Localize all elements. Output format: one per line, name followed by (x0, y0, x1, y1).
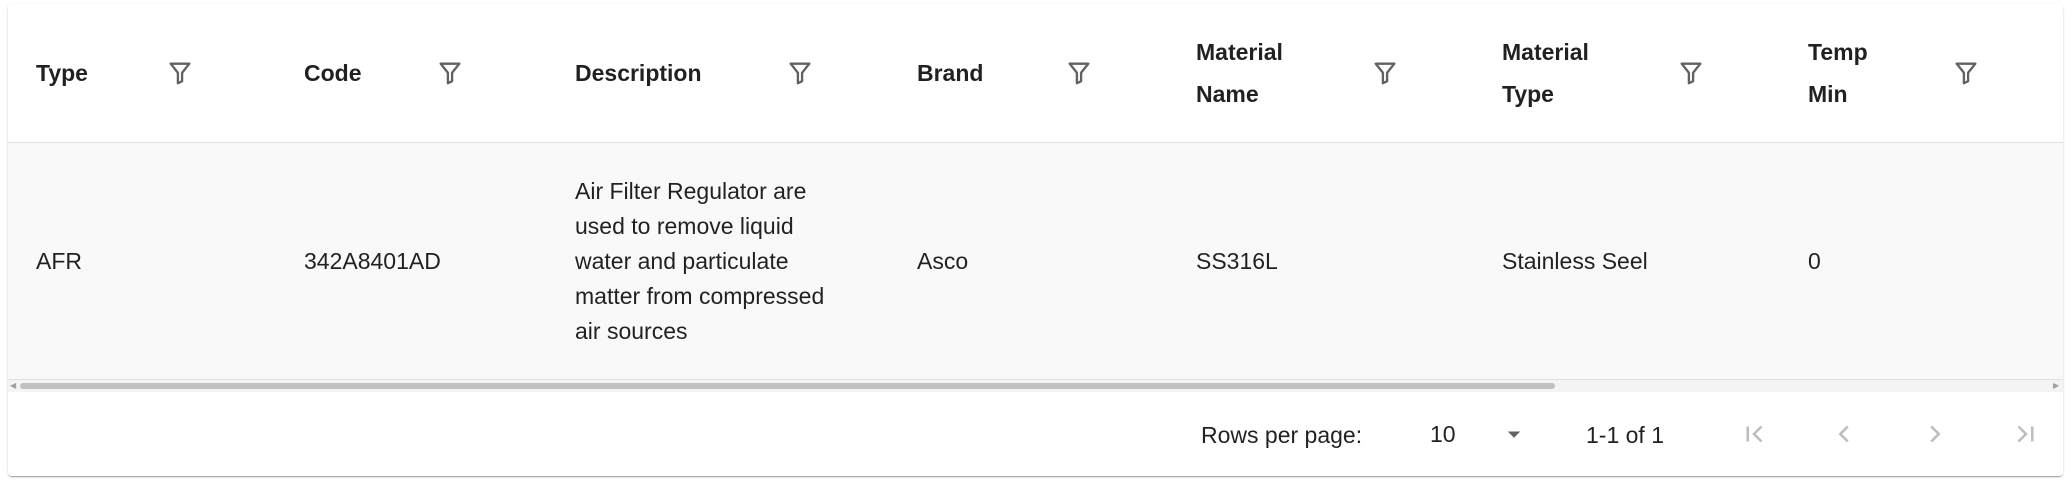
cell-brand: Asco (917, 247, 969, 274)
filter-button-material-type[interactable] (1676, 58, 1706, 88)
description-line: matter from compressed (575, 282, 825, 309)
column-header-material-name[interactable]: Material Name (1196, 4, 1283, 142)
column-header-code[interactable]: Code (304, 4, 362, 142)
rows-per-page-select[interactable]: 10 (1430, 411, 1530, 457)
filter-icon (1068, 62, 1090, 85)
column-header-label: Description (575, 60, 702, 86)
column-header-label-group: Material Type (1502, 31, 1589, 115)
chevron-right-icon (1930, 425, 1941, 443)
column-header-label-line: Name (1196, 81, 1259, 107)
description-line: water and particulate (575, 247, 789, 274)
pagination-range: 1-1 of 1 (1586, 422, 1664, 448)
filter-button-code[interactable] (435, 58, 465, 88)
first-page-icon (1746, 425, 1763, 443)
data-table-card: Type Code Description Brand Material Nam… (8, 4, 2063, 476)
first-page-button[interactable] (1733, 413, 1775, 455)
column-header-label-line: Temp (1808, 39, 1868, 65)
cell-temp-min: 0 (1808, 247, 1821, 274)
scroll-left-arrow-icon[interactable]: ◀ (10, 382, 18, 390)
cell-material-type: Stainless Seel (1502, 247, 1648, 274)
previous-page-button[interactable] (1823, 413, 1865, 455)
column-header-label-line: Material (1502, 39, 1589, 65)
cell-description-text: Air Filter Regulator are used to remove … (575, 174, 824, 349)
filter-button-description[interactable] (785, 58, 815, 88)
cell-material-name: SS316L (1196, 247, 1278, 274)
column-header-description[interactable]: Description (575, 4, 702, 142)
column-header-label-line: Min (1808, 81, 1848, 107)
horizontal-scrollbar[interactable]: ◀ ▶ (8, 380, 2063, 392)
column-header-label-line: Material (1196, 39, 1283, 65)
rows-per-page-value: 10 (1430, 421, 1456, 447)
column-header-label-line: Type (1502, 81, 1554, 107)
cell-type: AFR (36, 247, 82, 274)
filter-button-type[interactable] (165, 58, 195, 88)
column-header-label-group: Temp Min (1808, 31, 1868, 115)
filter-icon (1955, 62, 1977, 85)
last-page-icon (2017, 425, 2034, 443)
cell-code: 342A8401AD (304, 247, 441, 274)
scrollbar-thumb[interactable] (20, 383, 1555, 389)
filter-button-material-name[interactable] (1370, 58, 1400, 88)
filter-icon (1374, 62, 1396, 85)
scroll-right-arrow-icon[interactable]: ▶ (2053, 382, 2061, 390)
chevron-left-icon (1838, 425, 1849, 443)
table-header-row: Type Code Description Brand Material Nam… (8, 4, 2063, 143)
column-header-type[interactable]: Type (36, 4, 88, 142)
filter-button-temp-min[interactable] (1951, 58, 1981, 88)
last-page-button[interactable] (2005, 413, 2047, 455)
column-header-label: Code (304, 60, 362, 86)
cell-description: Air Filter Regulator are used to remove … (575, 143, 824, 379)
filter-icon (169, 62, 191, 85)
description-line: air sources (575, 317, 688, 344)
table-scroll-area[interactable]: Type Code Description Brand Material Nam… (8, 4, 2063, 392)
table-pagination: Rows per page: 10 1-1 of 1 (8, 393, 2063, 476)
filter-icon (789, 62, 811, 85)
filter-icon (1680, 62, 1702, 85)
rows-per-page-label: Rows per page: (1201, 422, 1363, 448)
filter-icon (439, 62, 461, 85)
column-header-material-type[interactable]: Material Type (1502, 4, 1589, 142)
column-header-temp-min[interactable]: Temp Min (1808, 4, 1868, 142)
description-line: used to remove liquid (575, 212, 794, 239)
arrow-drop-down-icon (1507, 431, 1520, 438)
column-header-label-group: Material Name (1196, 31, 1283, 115)
table-row[interactable]: AFR 342A8401AD Air Filter Regulator are … (8, 143, 2063, 380)
description-line: Air Filter Regulator are (575, 177, 807, 204)
column-header-label: Brand (917, 60, 984, 86)
column-header-brand[interactable]: Brand (917, 4, 983, 142)
filter-button-brand[interactable] (1064, 58, 1094, 88)
next-page-button[interactable] (1914, 413, 1956, 455)
column-header-label: Type (36, 60, 88, 86)
